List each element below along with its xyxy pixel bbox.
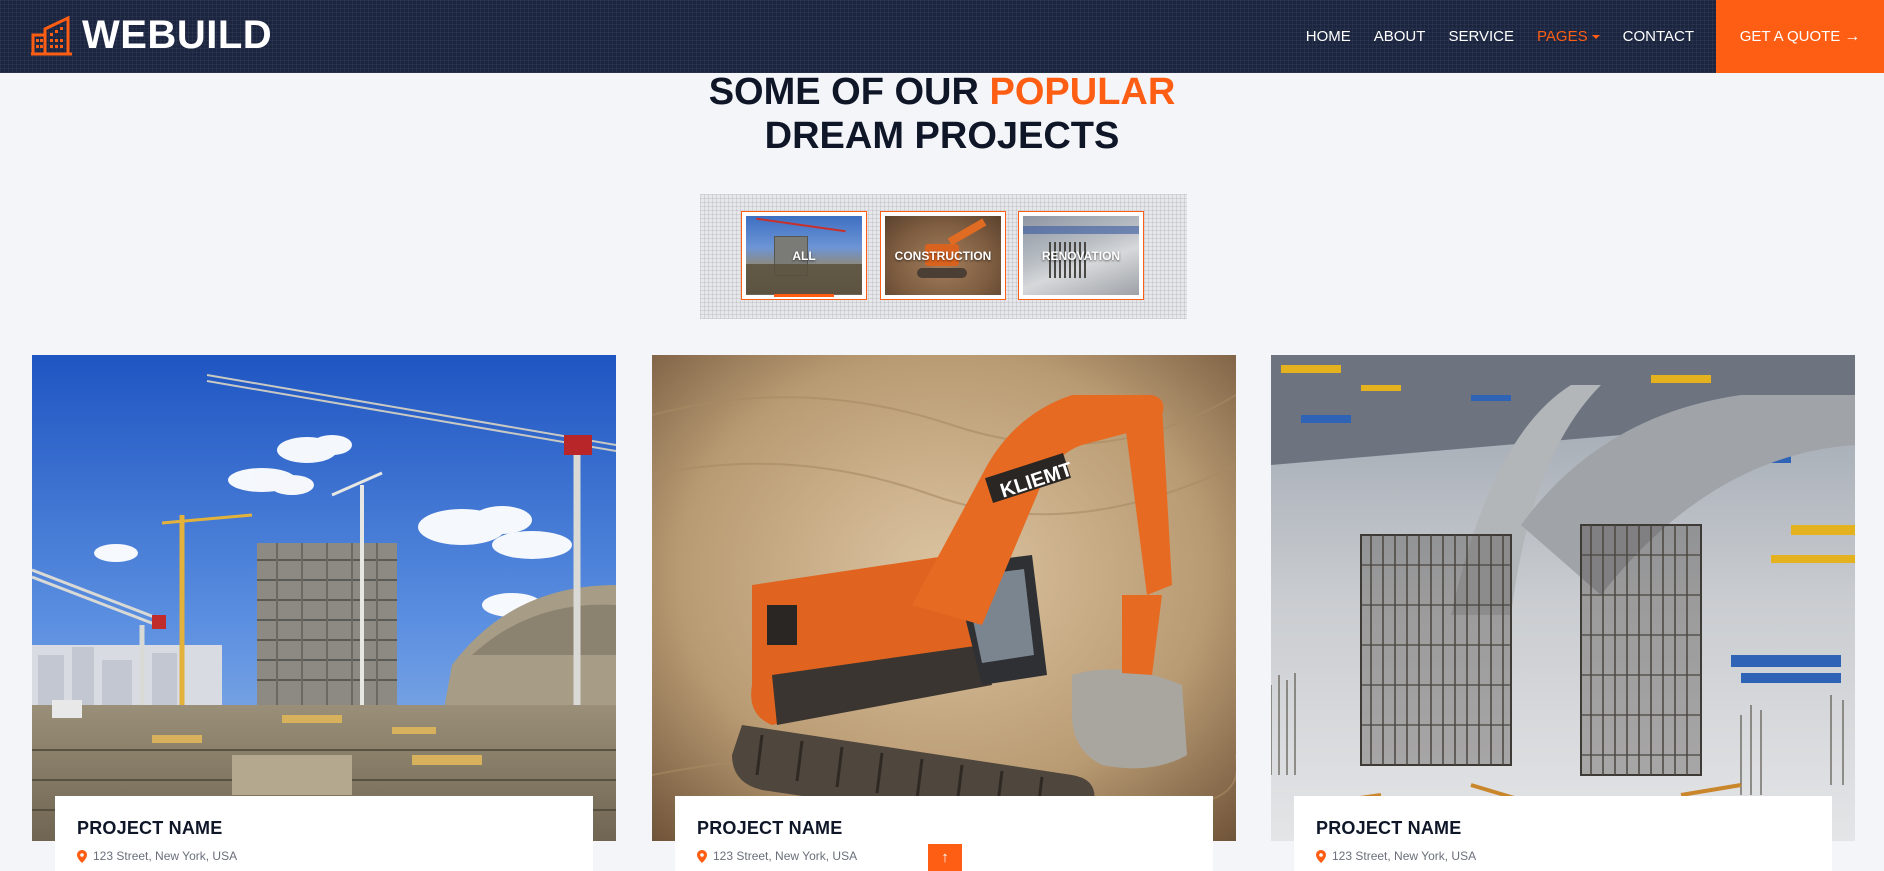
nav-contact[interactable]: CONTACT xyxy=(1623,28,1694,45)
brand-name: WEBUILD xyxy=(82,12,273,57)
project-name[interactable]: PROJECT NAME xyxy=(697,818,1191,839)
filter-construction-thumbnail: CONSTRUCTION xyxy=(885,216,1001,295)
project-image-rebar-foundation[interactable] xyxy=(1271,355,1855,841)
nav-menu: HOME ABOUT SERVICE PAGES CONTACT xyxy=(1283,0,1694,73)
back-to-top-button[interactable]: ↑ xyxy=(928,844,962,871)
nav-service[interactable]: SERVICE xyxy=(1448,28,1514,45)
nav-about[interactable]: ABOUT xyxy=(1374,28,1426,45)
building-icon xyxy=(31,15,72,56)
filter-construction-button[interactable]: CONSTRUCTION xyxy=(880,211,1006,300)
filter-all-button[interactable]: ALL xyxy=(741,211,867,300)
caret-down-icon xyxy=(1591,35,1600,40)
map-pin-icon xyxy=(77,849,87,863)
brand-logo[interactable]: WEBUILD xyxy=(30,10,272,60)
filter-all-label: ALL xyxy=(792,248,816,263)
section-title: SOME OF OUR POPULAR DREAM PROJECTS xyxy=(0,70,1884,158)
project-card[interactable]: KLIEMT PROJECT NAME 123 Street, New York… xyxy=(652,355,1236,871)
project-address-text: 123 Street, New York, USA xyxy=(93,849,238,863)
filter-renovation-label: RENOVATION xyxy=(1041,248,1121,263)
get-quote-button[interactable]: GET A QUOTE → xyxy=(1716,0,1884,73)
nav-pages-label: PAGES xyxy=(1537,28,1588,45)
rebar-foundation-illustration xyxy=(1271,355,1855,841)
arrow-right-icon: → xyxy=(1844,27,1861,45)
project-card[interactable]: PROJECT NAME 123 Street, New York, USA xyxy=(1271,355,1855,871)
map-pin-icon xyxy=(1316,849,1326,863)
project-address: 123 Street, New York, USA xyxy=(77,849,571,863)
filter-active-indicator xyxy=(774,294,834,297)
project-image-construction-site[interactable] xyxy=(32,355,616,841)
filter-renovation-thumbnail: RENOVATION xyxy=(1023,216,1139,295)
filter-all-thumbnail: ALL xyxy=(746,216,862,295)
map-pin-icon xyxy=(697,849,707,863)
project-image-excavator[interactable]: KLIEMT xyxy=(652,355,1236,841)
section-title-accent: POPULAR xyxy=(989,71,1176,113)
project-address-text: 123 Street, New York, USA xyxy=(713,849,858,863)
section-title-part1: SOME OF OUR xyxy=(708,71,990,113)
project-info: PROJECT NAME 123 Street, New York, USA xyxy=(1294,796,1832,871)
project-filter-panel: ALL CONSTRUCTION RENOVATION xyxy=(700,194,1187,319)
arrow-up-icon: ↑ xyxy=(941,849,949,866)
filter-construction-label: CONSTRUCTION xyxy=(894,248,992,263)
project-card[interactable]: PROJECT NAME 123 Street, New York, USA xyxy=(32,355,616,871)
section-title-line1: SOME OF OUR POPULAR xyxy=(0,70,1884,114)
project-address-text: 123 Street, New York, USA xyxy=(1332,849,1477,863)
construction-site-illustration xyxy=(32,355,616,841)
section-title-line2: DREAM PROJECTS xyxy=(764,115,1120,157)
project-name[interactable]: PROJECT NAME xyxy=(1316,818,1810,839)
excavator-illustration: KLIEMT xyxy=(652,355,1236,841)
navbar: WEBUILD HOME ABOUT SERVICE PAGES CONTACT… xyxy=(0,0,1884,73)
project-address: 123 Street, New York, USA xyxy=(1316,849,1810,863)
nav-pages-dropdown[interactable]: PAGES xyxy=(1537,28,1600,45)
project-name[interactable]: PROJECT NAME xyxy=(77,818,571,839)
filter-renovation-button[interactable]: RENOVATION xyxy=(1018,211,1144,300)
project-info: PROJECT NAME 123 Street, New York, USA xyxy=(55,796,593,871)
get-quote-label: GET A QUOTE xyxy=(1739,28,1841,45)
nav-home[interactable]: HOME xyxy=(1306,28,1351,45)
